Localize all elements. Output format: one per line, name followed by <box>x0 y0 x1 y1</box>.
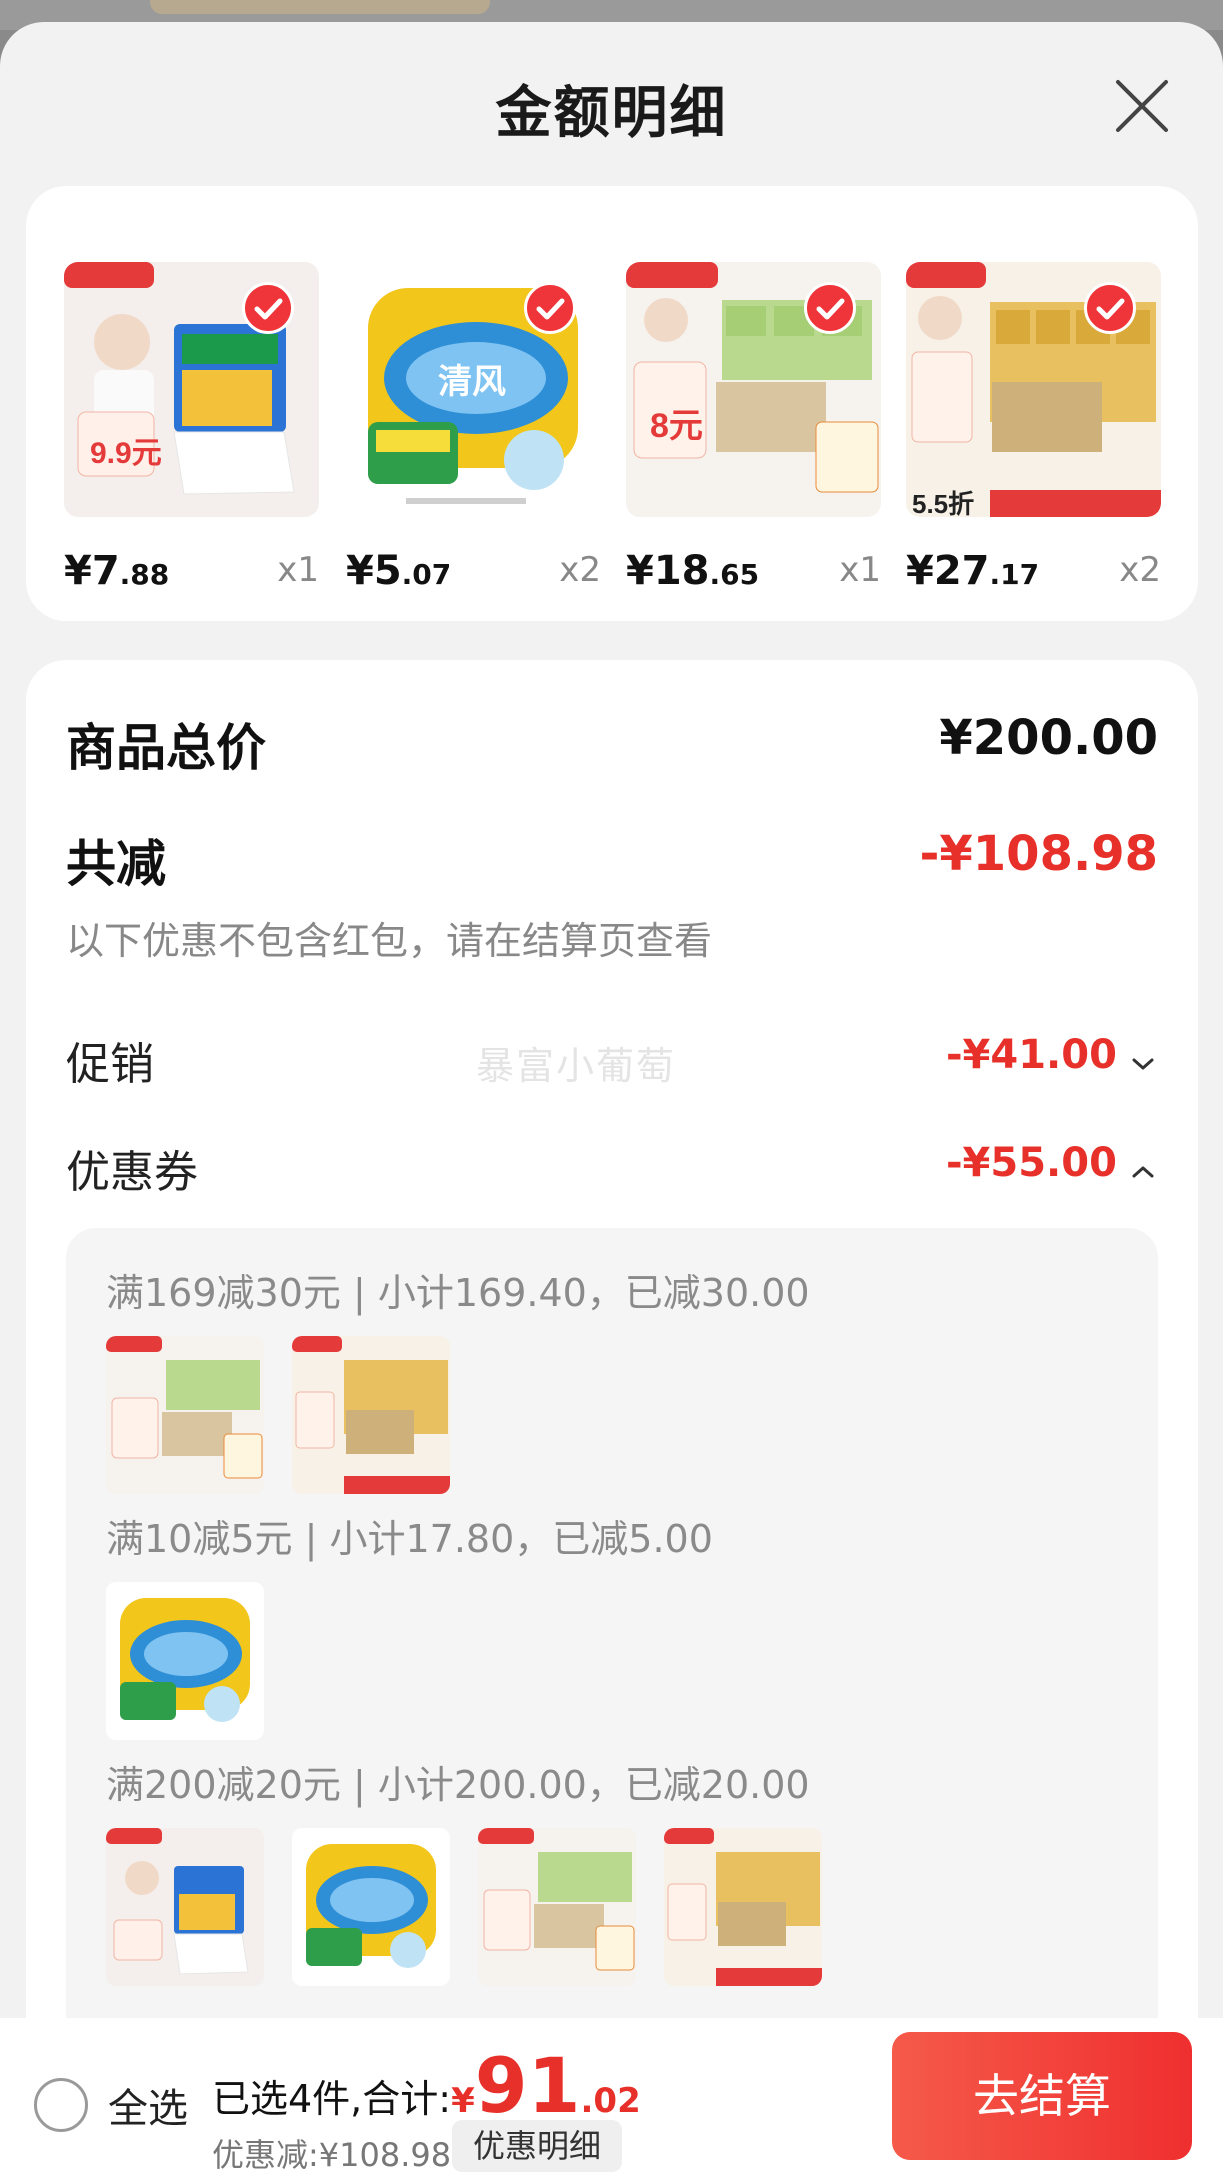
product-item[interactable]: 8元 ¥18.65 x1 <box>626 262 881 594</box>
watermark: 暴富小葡萄 <box>476 1044 677 1088</box>
close-icon <box>1116 80 1168 132</box>
price-row: ¥27.17 x2 <box>906 542 1161 602</box>
green-tissue-pack-photo: 8元 <box>626 262 881 517</box>
backdrop-content <box>150 0 490 14</box>
check-icon[interactable] <box>524 282 576 334</box>
price-summary-card: 商品总价 ¥200.00 共减 -¥108.98 以下优惠不包含红包，请在结算页… <box>26 660 1198 2060</box>
total-price-label: 商品总价 <box>66 719 266 777</box>
coupon-rule: 满10减5元 | 小计17.80，已减5.00 <box>106 1517 713 1561</box>
yellow-tissue-pack-photo <box>664 1828 822 1986</box>
coupon-row-toggle[interactable]: -¥55.00 <box>946 1140 1158 1187</box>
check-icon[interactable] <box>804 282 856 334</box>
product-quantity: x1 <box>277 550 319 590</box>
product-item[interactable]: 清风 ¥5.07 x2 <box>346 262 601 594</box>
check-icon[interactable] <box>1084 282 1136 334</box>
kitchen-towel-bag-photo <box>106 1828 264 1986</box>
sheet-title: 金额明细 <box>495 81 728 146</box>
total-price-value: ¥200.00 <box>939 710 1158 766</box>
checkout-bar: 全选 已选4件,合计:¥91.02 优惠减:¥108.98 优惠明细 去结算 <box>0 2018 1223 2181</box>
promotion-row-toggle[interactable]: -¥41.00 <box>946 1032 1158 1079</box>
product-list-card: 9.9元 ¥7.88 x1 清风 ¥5.07 x2 8元 ¥18.65 x1 5… <box>26 186 1198 621</box>
coupon-label: 优惠券 <box>66 1147 198 1198</box>
product-quantity: x1 <box>839 550 881 590</box>
kitchen-paper-roll-photo: 清风 <box>346 262 601 517</box>
price-row: ¥5.07 x2 <box>346 542 601 602</box>
check-icon[interactable] <box>242 282 294 334</box>
product-item[interactable]: 5.5折 ¥27.17 x2 <box>906 262 1161 594</box>
chevron-up-icon <box>1128 1157 1158 1187</box>
coupon-rule: 满169减30元 | 小计169.40，已减30.00 <box>106 1271 810 1315</box>
product-quantity: x2 <box>1119 550 1161 590</box>
promotion-value: -¥41.00 <box>945 1032 1117 1078</box>
product-badge: 9.9元 <box>90 437 162 470</box>
reduction-note: 以下优惠不包含红包，请在结算页查看 <box>66 919 713 963</box>
product-item[interactable]: 9.9元 ¥7.88 x1 <box>64 262 319 594</box>
kitchen-towel-bag-photo: 9.9元 <box>64 262 319 517</box>
product-price: ¥18.65 <box>626 548 760 594</box>
product-quantity: x2 <box>559 550 601 590</box>
price-row: ¥7.88 x1 <box>64 542 319 602</box>
kitchen-paper-roll-photo <box>106 1582 264 1740</box>
product-badge: 清风 <box>438 363 506 401</box>
product-price: ¥27.17 <box>906 548 1040 594</box>
amount-detail-sheet: 金额明细 9.9元 ¥7.88 x1 清风 ¥5.07 x2 8元 ¥18.65… <box>0 22 1223 2181</box>
coupon-rule: 满200减20元 | 小计200.00，已减20.00 <box>106 1763 810 1807</box>
checkout-button[interactable]: 去结算 <box>892 2032 1192 2160</box>
kitchen-paper-roll-photo <box>292 1828 450 1986</box>
product-price: ¥5.07 <box>346 548 452 594</box>
close-button[interactable] <box>1110 74 1174 138</box>
total-reduction-label: 共减 <box>66 835 166 893</box>
coupon-detail-panel: 满169减30元 | 小计169.40，已减30.00 满10减5元 | 小计1… <box>66 1228 1158 2058</box>
discount-amount: 优惠减:¥108.98 <box>212 2136 452 2174</box>
product-price: ¥7.88 <box>64 548 170 594</box>
product-badge: 5.5折 <box>912 489 975 517</box>
total-reduction-value: -¥108.98 <box>919 826 1158 882</box>
green-tissue-pack-photo <box>106 1336 264 1494</box>
price-row: ¥18.65 x1 <box>626 542 881 602</box>
yellow-tissue-pack-photo: 5.5折 <box>906 262 1161 517</box>
yellow-tissue-pack-photo <box>292 1336 450 1494</box>
product-badge: 8元 <box>650 407 703 445</box>
select-all-label[interactable]: 全选 <box>108 2076 188 2134</box>
select-all-radio[interactable] <box>34 2078 88 2132</box>
selected-total: 已选4件,合计:¥91.02 <box>212 2041 641 2130</box>
coupon-value: -¥55.00 <box>945 1140 1117 1186</box>
green-tissue-pack-photo <box>478 1828 636 1986</box>
promotion-label: 促销 <box>66 1039 154 1090</box>
discount-detail-button[interactable]: 优惠明细 <box>452 2120 622 2172</box>
chevron-down-icon <box>1128 1049 1158 1079</box>
